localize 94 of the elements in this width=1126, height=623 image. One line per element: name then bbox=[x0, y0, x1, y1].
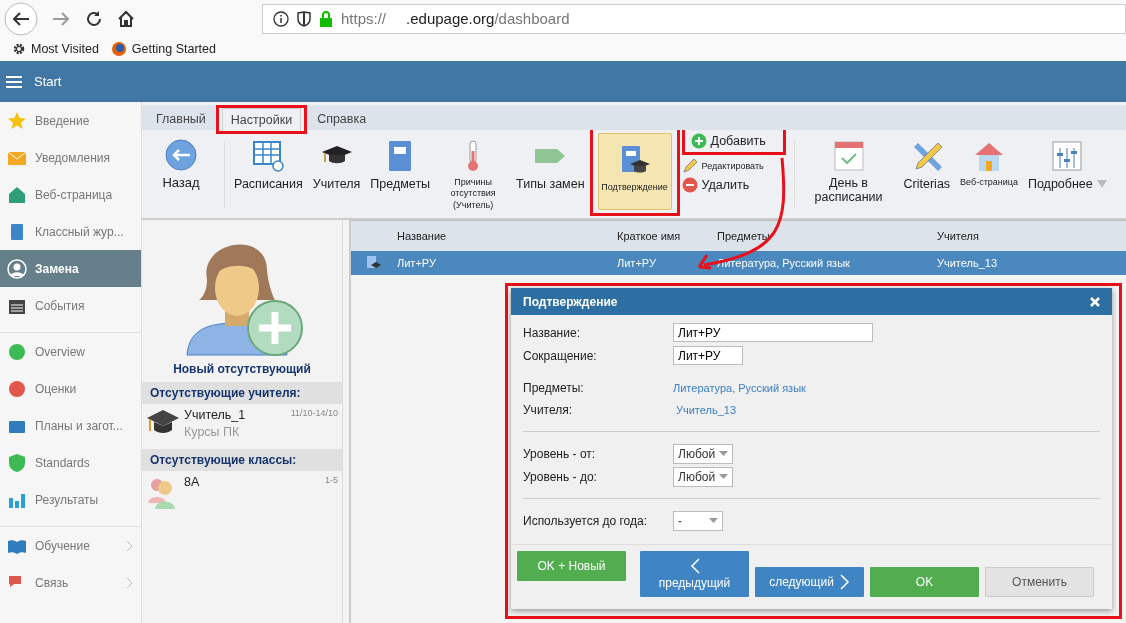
sidebar-item-icon bbox=[7, 378, 27, 399]
back-icon[interactable] bbox=[4, 1, 38, 36]
bookmark[interactable]: Most Visited bbox=[12, 42, 99, 56]
url-text: https:// .edupage.org/dashboard bbox=[341, 10, 570, 27]
dialog-button[interactable]: Отменить bbox=[985, 567, 1094, 597]
section-heading: Отсутствующие учителя: bbox=[142, 382, 342, 404]
dialog-button[interactable]: предыдущий bbox=[640, 551, 749, 597]
dropdown[interactable]: Любой bbox=[673, 466, 733, 487]
caret-icon bbox=[719, 474, 728, 479]
sidebar-item[interactable]: События bbox=[0, 287, 141, 324]
sidebar-item[interactable]: Классный жур... bbox=[0, 213, 141, 250]
caret-icon bbox=[709, 518, 718, 523]
action-icon bbox=[681, 158, 698, 174]
menu-icon[interactable] bbox=[6, 74, 22, 89]
ribbon-button[interactable]: Учителя bbox=[307, 133, 366, 216]
text-field[interactable]: Лит+РУ bbox=[673, 323, 873, 342]
bookmark[interactable]: Getting Started bbox=[110, 41, 216, 57]
absent-entry[interactable]: 8A 1-5 bbox=[142, 471, 342, 513]
info-icon[interactable] bbox=[273, 10, 289, 27]
row-icon bbox=[366, 255, 382, 271]
column-header[interactable]: Название bbox=[397, 230, 617, 242]
column-header[interactable]: Предметы bbox=[717, 230, 937, 242]
action-button[interactable]: Добавить bbox=[690, 133, 777, 149]
home-icon[interactable] bbox=[116, 8, 136, 29]
sidebar-item[interactable]: Оценки bbox=[0, 370, 141, 407]
ribbon-button[interactable]: Типы замен bbox=[511, 133, 590, 216]
more-button[interactable]: Подробнее bbox=[1022, 133, 1112, 216]
sidebar-item-icon bbox=[7, 258, 27, 279]
field-label: Используется до года: bbox=[523, 513, 649, 528]
link[interactable]: Литература, Русский язык bbox=[673, 382, 806, 394]
action-button[interactable]: Редактировать bbox=[681, 158, 764, 174]
sliders-icon bbox=[1050, 139, 1085, 173]
gear-icon bbox=[12, 42, 26, 56]
column-header[interactable]: Учителя bbox=[937, 230, 1087, 242]
shield-icon bbox=[297, 10, 311, 27]
caret-icon bbox=[719, 451, 728, 456]
ribbon-button[interactable]: Веб-страница bbox=[955, 133, 1023, 216]
app-title: Start bbox=[34, 74, 62, 89]
ribbon-button[interactable]: Предметы bbox=[365, 133, 436, 216]
sidebar-item[interactable]: Результаты bbox=[0, 481, 141, 518]
field-label: Сокращение: bbox=[523, 348, 598, 363]
tab[interactable]: Справка bbox=[309, 108, 375, 130]
sidebar-item[interactable]: Веб-страница bbox=[0, 176, 141, 213]
tab[interactable]: Главный bbox=[148, 108, 214, 130]
action-icon bbox=[681, 177, 698, 193]
dropdown[interactable]: - bbox=[673, 510, 723, 531]
ribbon-button[interactable]: Criterias bbox=[898, 133, 956, 216]
ribbon-button[interactable]: Расписания bbox=[229, 133, 308, 216]
globe-icon bbox=[110, 41, 127, 57]
tab[interactable]: Настройки bbox=[221, 108, 302, 131]
field-label: Уровень - до: bbox=[523, 469, 598, 484]
sidebar-item-icon bbox=[7, 341, 27, 362]
section-heading: Отсутствующие классы: bbox=[142, 449, 342, 471]
close-icon[interactable] bbox=[1090, 296, 1100, 307]
sidebar-item[interactable]: Уведомления bbox=[0, 139, 141, 176]
text-field[interactable]: Лит+РУ bbox=[673, 346, 743, 365]
ribbon-icon bbox=[251, 139, 286, 173]
link[interactable]: Учитель_13 bbox=[673, 404, 737, 416]
sidebar-item[interactable]: Связь bbox=[0, 564, 141, 601]
field-label: Название: bbox=[523, 325, 581, 340]
chevron-icon bbox=[126, 576, 133, 589]
dropdown-icon bbox=[1096, 180, 1107, 188]
sidebar-item-icon bbox=[7, 452, 27, 473]
field-label: Уровень - от: bbox=[523, 446, 597, 461]
ribbon-icon bbox=[831, 139, 866, 173]
chevron-right-icon bbox=[839, 574, 850, 590]
table-row[interactable]: Лит+РУ Лит+РУ Литература, Русский язык Учитель_13 bbox=[351, 251, 1126, 275]
sidebar-item[interactable]: Обучение bbox=[0, 526, 141, 564]
dropdown[interactable]: Любой bbox=[673, 443, 733, 464]
new-absent-button[interactable]: Новый отсутствующий bbox=[142, 220, 342, 376]
field-label: Учителя: bbox=[523, 403, 574, 417]
sidebar-item[interactable]: Планы и загот... bbox=[0, 407, 141, 444]
ribbon-button[interactable]: День в расписании bbox=[798, 133, 899, 216]
ribbon-button[interactable]: Подтверждение bbox=[597, 133, 672, 210]
sidebar-item[interactable]: Замена bbox=[0, 250, 141, 287]
dialog-button[interactable]: следующий bbox=[755, 567, 864, 597]
action-button[interactable]: Удалить bbox=[681, 177, 750, 193]
field-label: Предметы: bbox=[523, 381, 585, 395]
chevron-icon bbox=[126, 539, 133, 552]
back-button[interactable]: Назад bbox=[142, 133, 220, 216]
column-header[interactable]: Краткое имя bbox=[617, 230, 717, 242]
sidebar-item-icon bbox=[7, 184, 27, 205]
sidebar-item[interactable]: Standards bbox=[0, 444, 141, 481]
ribbon-icon bbox=[467, 139, 480, 173]
dialog-title: Подтверждение bbox=[523, 294, 618, 309]
sidebar-item[interactable]: Overview bbox=[0, 332, 141, 370]
absent-entry[interactable]: Учитель_1 Курсы ПК 11/10-14/10 bbox=[142, 404, 342, 443]
chevron-left-icon bbox=[689, 558, 700, 574]
action-icon bbox=[690, 133, 707, 149]
sidebar-item-icon bbox=[7, 110, 27, 131]
sidebar-item[interactable]: Введение bbox=[0, 102, 141, 139]
lock-icon bbox=[319, 10, 333, 27]
address-bar[interactable]: https:// .edupage.org/dashboard bbox=[262, 3, 1126, 34]
ribbon-button[interactable]: Причины отсутствия (Учитель) bbox=[435, 133, 512, 216]
